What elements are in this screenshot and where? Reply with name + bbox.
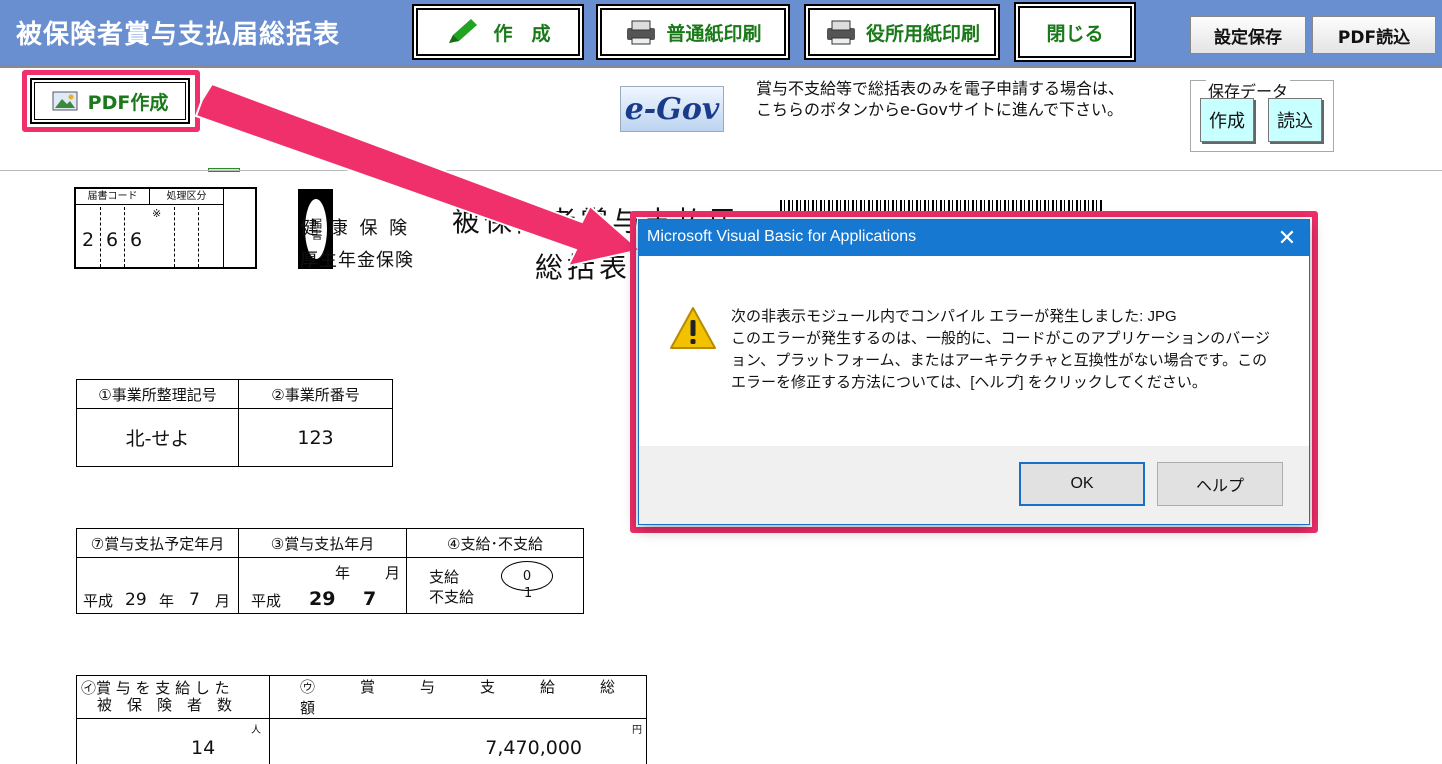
warning-icon [670,307,716,349]
code-digit: 2 [82,229,95,251]
office-ref-value: 北-せよ [76,408,239,467]
planned-month: 7 [189,590,200,610]
dashed-divider [100,207,101,267]
app-header: 被保険者賞与支払届総括表 作 成 普通紙印刷 役所用紙印刷 閉じる 設定保存 P… [0,0,1442,68]
app-title: 被保険者賞与支払届総括表 [16,20,341,50]
dashed-divider [174,207,175,267]
pencil-icon [449,19,478,43]
dialog-message-line2: このエラーが発生するのは、一般的に、コードがこのアプリケーションのバージョン、プ… [731,330,1270,391]
dashed-divider [198,207,199,267]
total-unit: 円 [632,725,642,736]
planned-date-cell: 平成 29 年 7 月 [76,557,239,614]
code-digit: 6 [106,229,119,251]
pdf-create-button[interactable]: PDF作成 [30,78,190,124]
code-header: 届書コード [76,189,150,205]
ok-button[interactable]: OK [1019,462,1145,506]
bonus-total-value: 7,470,000 [485,737,582,759]
office-info-table: ①事業所整理記号 ②事業所番号 北-せよ 123 [76,379,393,467]
pdf-create-label: PDF作成 [87,91,169,114]
nopay-code: 1 [524,586,533,601]
create-button-label: 作 成 [493,22,551,45]
insured-count-header: ㋑賞 与 を 支 給 し た 被 保 険 者 数 [76,675,270,719]
bonus-total-header: ㋒ 賞 与 支 給 総 額 [269,675,660,719]
dialog-title: Microsoft Visual Basic for Applications [647,228,917,245]
count-unit: 人 [251,725,261,736]
egov-button[interactable]: e-Gov [620,86,724,132]
insured-count-cell: 人 14 [76,718,270,764]
payment-date-table: ⑦賞与支払予定年月 ③賞与支払年月 ④支給･不支給 平成 29 年 7 月 年 … [76,528,584,614]
plain-print-label: 普通紙印刷 [666,22,762,45]
insurance-type-2: 厚生年金保険 [300,250,414,271]
code-digit: 6 [130,229,143,251]
planned-date-header: ⑦賞与支払予定年月 [76,528,239,558]
nopay-label: 不支給 [429,588,475,606]
dialog-message: 次の非表示モジュール内でコンパイル エラーが発生しました: JPG このエラーが… [731,306,1271,394]
planned-era: 平成 [83,592,114,610]
egov-description: 賞与不支給等で総括表のみを電子申請する場合は、こちらのボタンからe-Govサイト… [756,79,1125,119]
pay-label: 支給 [429,568,460,586]
insured-count-header-line1: ㋑賞 与 を 支 給 し た [81,679,230,697]
close-app-label: 閉じる [1046,22,1104,45]
office-ref-header: ①事業所整理記号 [76,379,239,409]
type-mark: ※ [152,207,162,220]
printer-icon [627,20,656,45]
type-header: 処理区分 [150,189,224,205]
saved-create-button[interactable]: 作成 [1200,98,1254,142]
bonus-total-cell: 円 7,470,000 [269,718,647,764]
paid-year-unit: 年 [335,564,351,582]
insured-count-header-line2: 被 保 険 者 数 [97,696,233,714]
dashed-divider [124,207,125,267]
document-subtitle: 総括表 [535,251,632,284]
insurance-type-1: 健 康 保 険 [300,218,411,239]
image-icon [52,91,78,111]
paid-date-cell: 年 月 平成 29 7 [238,557,407,614]
paid-month: 7 [363,588,377,610]
plain-print-button[interactable]: 普通紙印刷 [598,6,788,58]
planned-year: 29 [125,590,147,610]
paid-date-header: ③賞与支払年月 [238,528,407,558]
office-print-button[interactable]: 役所用紙印刷 [806,6,998,58]
planned-month-unit: 月 [215,592,231,610]
save-settings-button[interactable]: 設定保存 [1190,16,1306,54]
dialog-titlebar: Microsoft Visual Basic for Applications … [639,220,1309,256]
insured-count-value: 14 [191,737,216,759]
divider [0,170,1442,171]
pdf-load-button[interactable]: PDF読込 [1312,16,1436,54]
dialog-message-line1: 次の非表示モジュール内でコンパイル エラーが発生しました: JPG [731,308,1177,325]
payment-status-cell: 支給 不支給 0 1 [406,557,584,614]
paid-year: 29 [309,588,336,610]
paid-month-unit: 月 [385,564,401,582]
close-app-button[interactable]: 閉じる [1016,4,1134,60]
office-num-header: ②事業所番号 [238,379,393,409]
bonus-total-table: ㋑賞 与 を 支 給 し た 被 保 険 者 数 ㋒ 賞 与 支 給 総 額 人… [76,675,660,764]
type-cell: ※ [150,205,224,269]
planned-year-unit: 年 [159,592,175,610]
payment-status-header: ④支給･不支給 [406,528,584,558]
office-print-label: 役所用紙印刷 [865,22,980,45]
close-icon[interactable]: ✕ [1269,222,1305,254]
paid-era: 平成 [251,592,282,610]
dialog-body: 次の非表示モジュール内でコンパイル エラーが発生しました: JPG このエラーが… [639,256,1309,446]
printer-icon [826,20,855,45]
create-button[interactable]: 作 成 [414,6,582,58]
dialog-footer: OK ヘルプ [639,446,1309,524]
saved-load-button[interactable]: 読込 [1268,98,1322,142]
vba-error-dialog: Microsoft Visual Basic for Applications … [638,219,1310,525]
help-button[interactable]: ヘルプ [1157,462,1283,506]
office-num-value: 123 [238,408,393,467]
form-code-box: 届書コード 処理区分 ※ 2 6 6 届書 [74,187,333,269]
egov-logo-text: e-Gov [624,91,720,127]
